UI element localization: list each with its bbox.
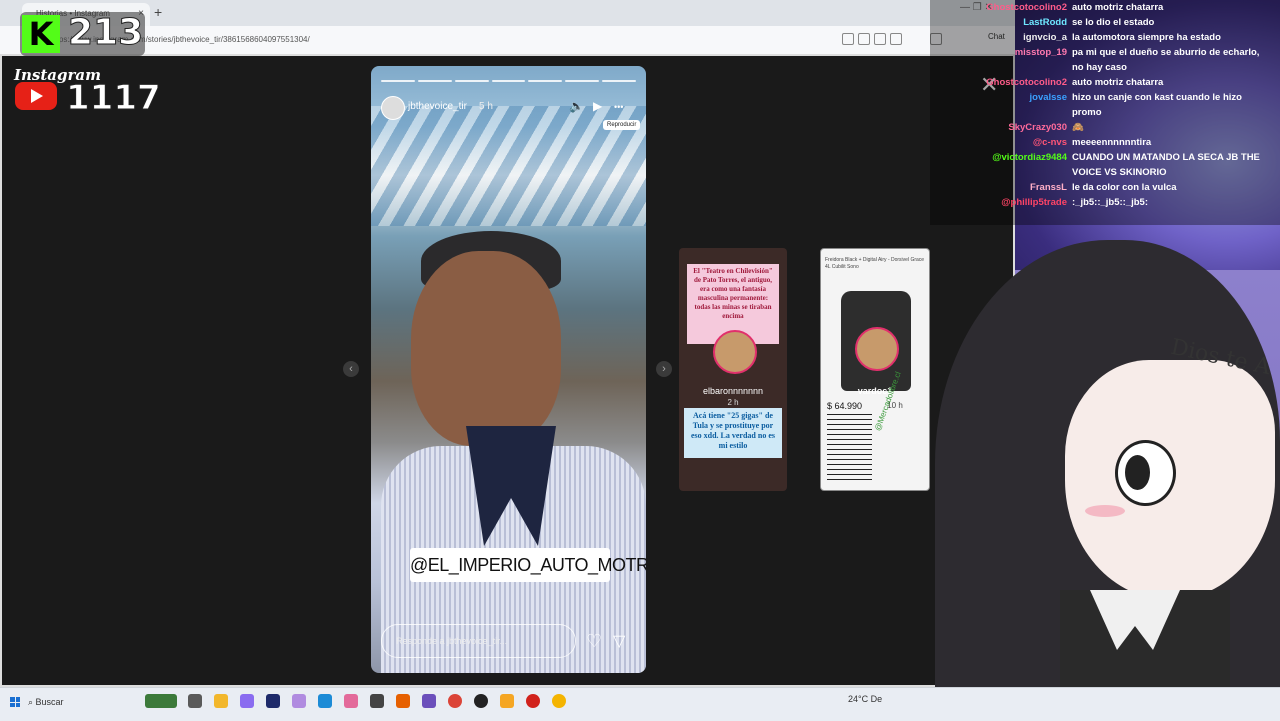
new-tab-button[interactable]: + xyxy=(154,4,162,20)
volume-icon[interactable]: 🔈 xyxy=(569,99,584,113)
kick-viewer-count: 213 xyxy=(67,12,144,54)
favorite-icon[interactable] xyxy=(874,33,886,45)
extension-icon[interactable] xyxy=(842,33,854,45)
chat-text: se lo dio el estado xyxy=(1072,17,1155,28)
browser-tab-bar xyxy=(0,0,1015,26)
kick-logo-icon: K xyxy=(22,15,60,53)
preview-time: 2 h xyxy=(727,398,739,407)
chat-username[interactable]: misstop_19 xyxy=(930,45,1067,60)
chat-username[interactable]: ignvcio_a xyxy=(930,30,1067,45)
search-icon: ⌕ xyxy=(28,697,36,707)
chat-text: pa mi que el dueño se aburrio de echarlo… xyxy=(1072,47,1260,73)
face-image xyxy=(411,251,561,446)
chat-message: FranssL le da color con la vulca xyxy=(930,180,1275,195)
task-view-icon[interactable] xyxy=(188,694,202,708)
chat-message: LastRodd se lo dio el estado xyxy=(930,15,1275,30)
app-v-icon[interactable] xyxy=(266,694,280,708)
preview-caption: Acá tiene "25 gigas" de Tula y se prosti… xyxy=(684,408,782,458)
chat-text: hizo un canje con kast cuando le hizo pr… xyxy=(1072,92,1242,118)
youtube-viewer-count: 1117 xyxy=(66,78,162,119)
preview-username: elbaronnnnnnn xyxy=(702,386,764,396)
chat-message: misstop_19 pa mi que el dueño se aburrio … xyxy=(930,45,1275,75)
chat-username[interactable]: Ghostcotocolino2 xyxy=(930,0,1067,15)
story-preview-elbaron[interactable]: El "Teatro en Chilevisión" de Pato Torre… xyxy=(679,248,787,491)
chat-username[interactable]: LastRodd xyxy=(930,15,1067,30)
weather-widget[interactable]: 24°C De xyxy=(848,694,882,704)
windows-start-icon[interactable] xyxy=(10,697,20,707)
chat-username[interactable]: @phillip5trade xyxy=(930,195,1067,210)
app-pink-icon[interactable] xyxy=(344,694,358,708)
chat-message: ignvcio_a la automotora siempre ha estado xyxy=(930,30,1275,45)
firefox-icon[interactable] xyxy=(396,694,410,708)
chat-username[interactable]: @victordiaz9484 xyxy=(930,150,1067,165)
widgets-icon[interactable] xyxy=(145,694,177,708)
zoom-icon[interactable] xyxy=(858,33,870,45)
story-username[interactable]: jbthevoice_tir xyxy=(408,101,467,112)
story-frame[interactable]: jbthevoice_tir 5 h 🔈 ▶ ••• Reproducir @E… xyxy=(371,66,646,673)
chat-text: la automotora siempre ha estado xyxy=(1072,32,1221,43)
preview-avatar xyxy=(713,330,757,374)
chat-username[interactable]: @c-nvs xyxy=(930,135,1067,150)
ad-price: $ 64.990 xyxy=(827,401,863,411)
chrome-canary-icon[interactable] xyxy=(552,694,566,708)
obs-icon[interactable] xyxy=(474,694,488,708)
chat-text: 🙈 xyxy=(1072,122,1084,133)
chat-username[interactable]: SkyCrazy030 xyxy=(930,120,1067,135)
ad-text-lines xyxy=(827,414,872,484)
next-story-arrow[interactable]: › xyxy=(656,361,672,377)
chat-text: auto motriz chatarra xyxy=(1072,2,1164,13)
story-avatar[interactable] xyxy=(381,96,405,120)
story-progress-bar xyxy=(381,80,637,82)
preview-avatar xyxy=(855,327,899,371)
app-icon[interactable] xyxy=(292,694,306,708)
copilot-icon[interactable] xyxy=(240,694,254,708)
character-pupil xyxy=(1125,455,1150,490)
chat-username[interactable]: Ghostcotocolino2 xyxy=(930,75,1067,90)
previous-story-arrow[interactable]: ‹ xyxy=(343,361,359,377)
story-time: 5 h xyxy=(479,101,493,112)
chat-text: le da color con la vulca xyxy=(1072,182,1177,193)
visual-studio-icon[interactable] xyxy=(422,694,436,708)
preview-username: vardoc1 xyxy=(857,386,893,396)
chat-text: CUANDO UN MATANDO LA SECA JB THE VOICE V… xyxy=(1072,152,1260,178)
mention-sticker[interactable]: @EL_IMPERIO_AUTO_MOTRIZ xyxy=(410,548,646,582)
chat-message: jovalsse hizo un canje con kast cuando le… xyxy=(930,90,1275,120)
chat-text: meeeennnnnntira xyxy=(1072,137,1152,148)
play-tooltip: Reproducir xyxy=(603,120,641,130)
refresh-icon[interactable] xyxy=(890,33,902,45)
edge-icon[interactable] xyxy=(318,694,332,708)
file-explorer-icon[interactable] xyxy=(214,694,228,708)
ad-header: Freidora Black + Digital Airy - Dorsivel… xyxy=(825,257,925,270)
chat-message: @victordiaz9484 CUANDO UN MATANDO LA SECA… xyxy=(930,150,1275,180)
chrome-icon[interactable] xyxy=(448,694,462,708)
character-blush xyxy=(1085,505,1125,517)
app-dark-icon[interactable] xyxy=(370,694,384,708)
more-options-icon[interactable]: ••• xyxy=(614,102,623,112)
url-field[interactable]: https://www.instagram.com/stories/jbthev… xyxy=(50,32,830,48)
taskbar-search[interactable]: ⌕ Buscar xyxy=(28,691,133,713)
reply-input[interactable]: Responde a jbthevoice_tir... xyxy=(381,624,576,658)
story-preview-vardoc[interactable]: Freidora Black + Digital Airy - Dorsivel… xyxy=(820,248,930,491)
play-icon[interactable]: ▶ xyxy=(593,99,602,113)
chat-text: auto motriz chatarra xyxy=(1072,77,1164,88)
chat-message: SkyCrazy030 🙈 xyxy=(930,120,1275,135)
chat-message: @c-nvs meeeennnnnntira xyxy=(930,135,1275,150)
youtube-logo-icon xyxy=(15,82,57,110)
chat-text: :_jb5::_jb5::_jb5: xyxy=(1072,197,1149,208)
chat-username[interactable]: FranssL xyxy=(930,180,1067,195)
opera-icon[interactable] xyxy=(526,694,540,708)
app-orange-icon[interactable] xyxy=(500,694,514,708)
chat-message: Ghostcotocolino2 auto motriz chatarra xyxy=(930,75,1275,90)
chat-message: Ghostcotocolino2 auto motriz chatarra xyxy=(930,0,1275,15)
search-label: Buscar xyxy=(35,697,64,707)
like-heart-icon[interactable]: ♡ xyxy=(586,631,602,652)
chat-message: @phillip5trade :_jb5::_jb5::_jb5: xyxy=(930,195,1275,210)
chat-username[interactable]: jovalsse xyxy=(930,90,1068,105)
send-icon[interactable]: ▽ xyxy=(613,631,625,651)
